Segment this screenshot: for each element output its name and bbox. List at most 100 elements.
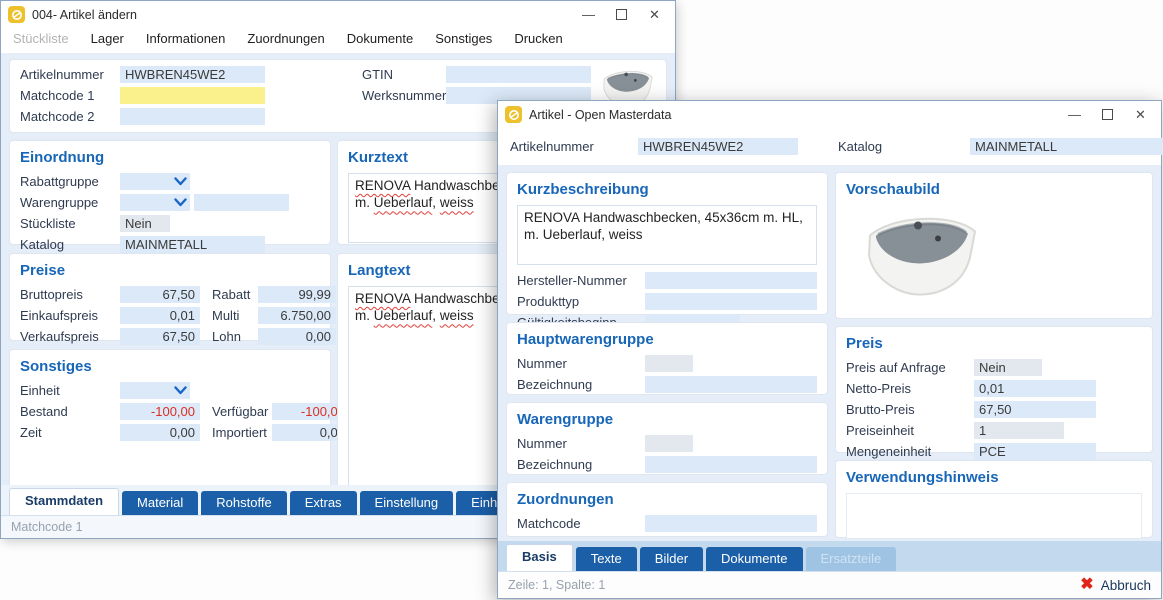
kurztext-word: weiss bbox=[440, 195, 474, 210]
kurzbeschreibung-title: Kurzbeschreibung bbox=[517, 181, 817, 198]
tab-extras[interactable]: Extras bbox=[290, 491, 357, 515]
hwg-nummer-field[interactable] bbox=[645, 355, 693, 372]
kurzbeschreibung-textarea[interactable]: RENOVA Handwaschbecken, 45x36cm m. HL, m… bbox=[517, 205, 817, 265]
verfuegbar-label: Verfügbar bbox=[212, 404, 272, 419]
w1-minimize-button[interactable]: — bbox=[572, 4, 605, 25]
maximize-icon bbox=[616, 9, 627, 20]
menu-lager[interactable]: Lager bbox=[91, 31, 124, 46]
mengeneinheit-field[interactable]: PCE bbox=[974, 443, 1096, 460]
preise-box: Preise Bruttopreis 67,50 Rabatt 99,99 % … bbox=[9, 253, 331, 341]
zuordnungen-matchcode-field[interactable] bbox=[645, 515, 817, 532]
zeit-label: Zeit bbox=[20, 425, 120, 440]
bruttopreis-field[interactable]: 67,50 bbox=[120, 286, 200, 303]
katalog-field[interactable]: MAINMETALL bbox=[120, 236, 265, 253]
zuordnungen-box: Zuordnungen Matchcode bbox=[506, 482, 828, 537]
wg-bezeichnung-field[interactable] bbox=[645, 456, 817, 473]
w1-status-text: Matchcode 1 bbox=[11, 520, 83, 534]
menu-dokumente[interactable]: Dokumente bbox=[347, 31, 413, 46]
zeit-field: 0,00 bbox=[120, 424, 200, 441]
rabatt-field[interactable]: 99,99 bbox=[258, 286, 336, 303]
menu-sonstiges[interactable]: Sonstiges bbox=[435, 31, 492, 46]
artikelnummer-field[interactable]: HWBREN45WE2 bbox=[120, 66, 265, 83]
menu-drucken[interactable]: Drucken bbox=[514, 31, 562, 46]
tab-einstellung[interactable]: Einstellung bbox=[360, 491, 454, 515]
artikelnummer-label: Artikelnummer bbox=[20, 67, 120, 82]
w2-artikelnummer-label: Artikelnummer bbox=[510, 139, 638, 154]
tab-stammdaten[interactable]: Stammdaten bbox=[9, 488, 119, 515]
netto-preis-field[interactable]: 0,01 bbox=[974, 380, 1096, 397]
rabattgruppe-label: Rabattgruppe bbox=[20, 174, 120, 189]
w2-artikelnummer-field[interactable]: HWBREN45WE2 bbox=[638, 138, 798, 155]
w2-tabbar: Basis Texte Bilder Dokumente Ersatzteile bbox=[498, 541, 1161, 571]
matchcode1-field[interactable] bbox=[120, 87, 265, 104]
menu-zuordnungen[interactable]: Zuordnungen bbox=[247, 31, 324, 46]
wg-bezeichnung-label: Bezeichnung bbox=[517, 457, 645, 472]
tab-texte[interactable]: Texte bbox=[576, 547, 637, 571]
lohn-label: Lohn bbox=[212, 329, 258, 344]
w1-close-button[interactable]: ✕ bbox=[638, 4, 671, 25]
w2-katalog-field[interactable]: MAINMETALL bbox=[970, 138, 1163, 155]
preis-title: Preis bbox=[846, 335, 1142, 352]
hwg-nummer-label: Nummer bbox=[517, 356, 645, 371]
tab-rohstoffe[interactable]: Rohstoffe bbox=[201, 491, 286, 515]
verwendungshinweis-textarea[interactable] bbox=[846, 493, 1142, 539]
w1-left-column: Einordnung Rabattgruppe Warengruppe Stüc… bbox=[9, 140, 331, 485]
gtin-field[interactable] bbox=[446, 66, 591, 83]
langtext-word: RENOVA bbox=[355, 291, 410, 306]
hwg-bezeichnung-field[interactable] bbox=[645, 376, 817, 393]
multi-field[interactable]: 6.750,00 bbox=[258, 307, 336, 324]
kurztext-text: , bbox=[432, 195, 440, 210]
brutto-preis-field[interactable]: 67,50 bbox=[974, 401, 1096, 418]
warengruppe-dropdown[interactable] bbox=[120, 194, 190, 211]
multi-label: Multi bbox=[212, 308, 258, 323]
w2-titlebar: Artikel - Open Masterdata — ✕ bbox=[498, 101, 1161, 128]
zuordnungen-matchcode-label: Matchcode bbox=[517, 516, 645, 531]
matchcode2-field[interactable] bbox=[120, 108, 265, 125]
w1-window-controls: — ✕ bbox=[572, 4, 671, 25]
w2-status-text: Zeile: 1, Spalte: 1 bbox=[508, 578, 605, 592]
werksnummer-label: Werksnummer bbox=[362, 88, 446, 103]
hersteller-nummer-field[interactable] bbox=[645, 272, 817, 289]
rabatt-label: Rabatt bbox=[212, 287, 258, 302]
warengruppe-label: Warengruppe bbox=[20, 195, 120, 210]
tab-basis[interactable]: Basis bbox=[506, 544, 573, 571]
einkaufspreis-field[interactable]: 0,01 bbox=[120, 307, 200, 324]
bestand-label: Bestand bbox=[20, 404, 120, 419]
warengruppe-text-field[interactable] bbox=[194, 194, 289, 211]
einkaufspreis-label: Einkaufspreis bbox=[20, 308, 120, 323]
stueckliste-field: Nein bbox=[120, 215, 170, 232]
preis-anfrage-field[interactable]: Nein bbox=[974, 359, 1042, 376]
maximize-icon bbox=[1102, 109, 1113, 120]
w2-minimize-button[interactable]: — bbox=[1058, 104, 1091, 125]
mengeneinheit-label: Mengeneinheit bbox=[846, 444, 974, 459]
lohn-field[interactable]: 0,00 bbox=[258, 328, 336, 345]
warengruppe-box: Warengruppe Nummer Bezeichnung bbox=[506, 402, 828, 475]
tab-dokumente[interactable]: Dokumente bbox=[706, 547, 802, 571]
verkaufspreis-field[interactable]: 67,50 bbox=[120, 328, 200, 345]
desktop: 004- Artikel ändern — ✕ Stückliste Lager… bbox=[0, 0, 1163, 600]
verwendungshinweis-box: Verwendungshinweis bbox=[835, 460, 1153, 538]
produkttyp-field[interactable] bbox=[645, 293, 817, 310]
w2-close-button[interactable]: ✕ bbox=[1124, 104, 1157, 125]
app-icon bbox=[8, 6, 25, 23]
hersteller-nummer-label: Hersteller-Nummer bbox=[517, 273, 645, 288]
menu-informationen[interactable]: Informationen bbox=[146, 31, 226, 46]
tab-material[interactable]: Material bbox=[122, 491, 198, 515]
preiseinheit-field[interactable]: 1 bbox=[974, 422, 1064, 439]
rabattgruppe-dropdown[interactable] bbox=[120, 173, 190, 190]
zuordnungen-title: Zuordnungen bbox=[517, 491, 817, 508]
einheit-dropdown[interactable] bbox=[120, 382, 190, 399]
bestand-field: -100,00 bbox=[120, 403, 200, 420]
abbruch-button[interactable]: ✖ Abbruch bbox=[1080, 577, 1151, 593]
matchcode2-label: Matchcode 2 bbox=[20, 109, 120, 124]
w2-maximize-button[interactable] bbox=[1091, 104, 1124, 125]
matchcode1-label: Matchcode 1 bbox=[20, 88, 120, 103]
langtext-word: weiss bbox=[440, 308, 474, 323]
katalog-label: Katalog bbox=[20, 237, 120, 252]
w1-maximize-button[interactable] bbox=[605, 4, 638, 25]
sonstiges-box: Sonstiges Einheit Bestand -100,00 Verfüg… bbox=[9, 349, 331, 485]
tab-bilder[interactable]: Bilder bbox=[640, 547, 703, 571]
chevron-down-icon bbox=[174, 386, 187, 395]
w1-window-title: 004- Artikel ändern bbox=[32, 8, 572, 22]
wg-nummer-field[interactable] bbox=[645, 435, 693, 452]
